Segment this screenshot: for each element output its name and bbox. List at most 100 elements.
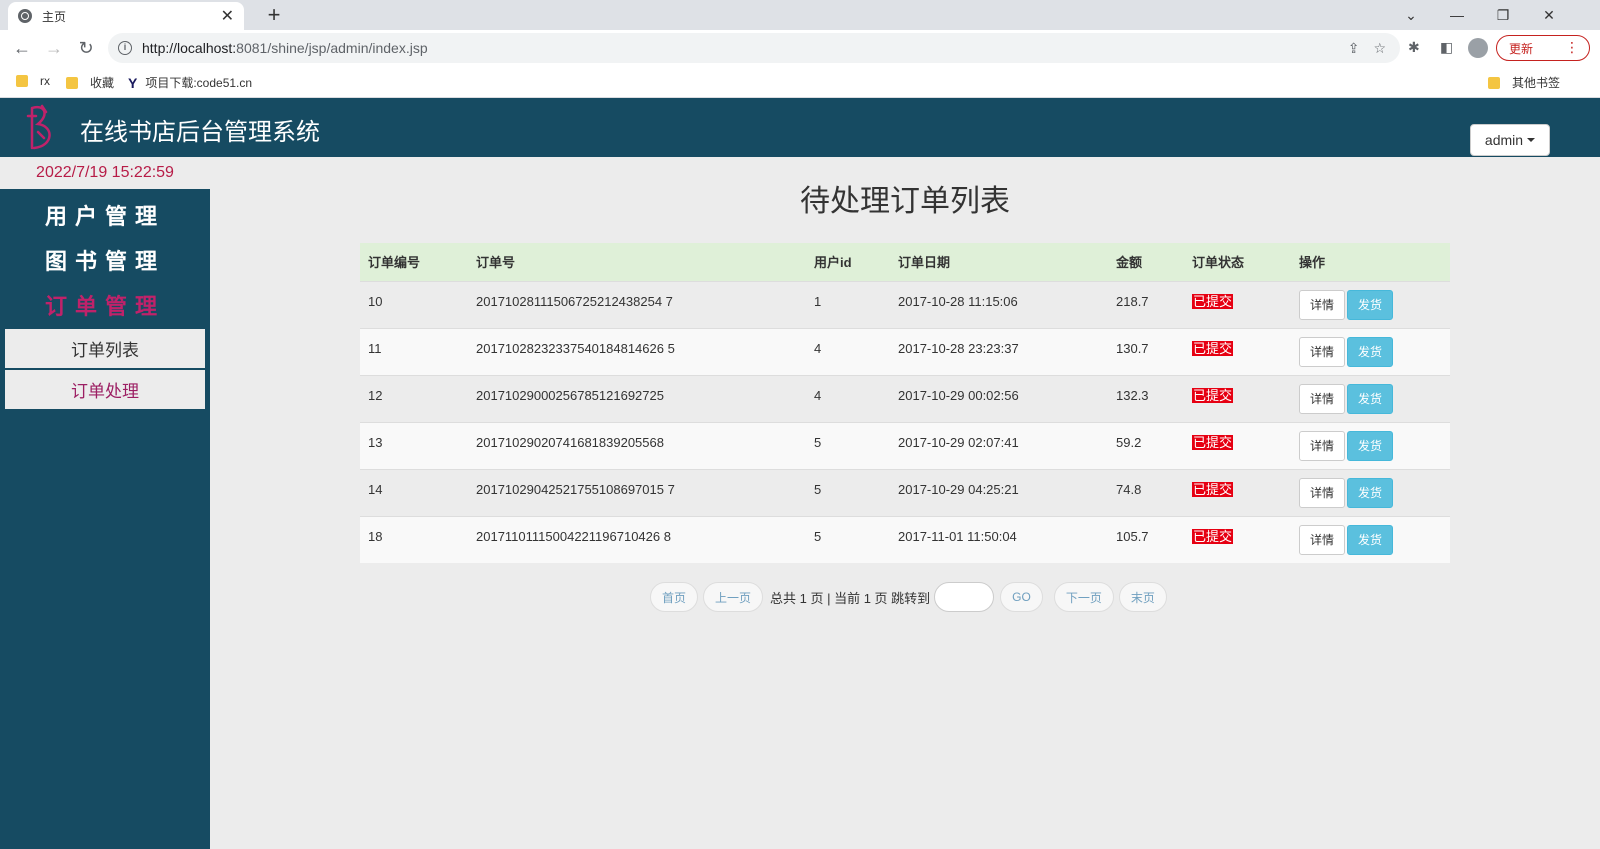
detail-button[interactable]: 详情 <box>1299 289 1346 320</box>
ship-button[interactable]: 发货 <box>1347 524 1394 555</box>
cell-order-date: 2017-10-28 11:15:06 <box>890 280 1108 328</box>
menu-order-management[interactable]: 订单管理 <box>0 289 210 321</box>
submenu-order-list[interactable]: 订单列表 <box>5 329 205 368</box>
url-path: 8081/shine/jsp/admin/index.jsp <box>236 40 428 56</box>
status-badge: 已提交 <box>1192 481 1234 497</box>
cell-actions: 详情 发货 <box>1291 374 1450 422</box>
bookmark-rx[interactable]: rx <box>16 74 50 88</box>
status-badge: 已提交 <box>1192 387 1234 403</box>
table-row: 10 20171028111506725212438254 7 1 2017-10-2… <box>360 280 1450 328</box>
cell-actions: 详情 发货 <box>1291 421 1450 469</box>
browser-tab-strip: 主页 ✕ + ⌄ — ❐ ✕ <box>0 0 1600 30</box>
cell-order-date: 2017-10-29 02:07:41 <box>890 421 1108 469</box>
cell-order-number: 20171101115004221196710426 8 <box>468 515 806 563</box>
detail-button[interactable]: 详情 <box>1299 477 1346 508</box>
cell-order-date: 2017-10-29 00:02:56 <box>890 374 1108 422</box>
detail-button[interactable]: 详情 <box>1299 524 1346 555</box>
jump-page-input[interactable] <box>934 582 995 612</box>
cell-order-number: 20171029000256785121692725 <box>468 374 806 422</box>
page-title: 待处理订单列表 <box>800 185 1010 218</box>
side-panel-icon[interactable]: ◧ <box>1440 39 1453 56</box>
cell-order-index: 12 <box>360 374 468 422</box>
cell-actions: 详情 发货 <box>1291 515 1450 563</box>
close-tab-icon[interactable]: ✕ <box>221 6 234 26</box>
restore-button[interactable]: ❐ <box>1480 0 1526 30</box>
back-icon[interactable]: ← <box>10 36 34 60</box>
bookmark-label: 收藏 <box>90 76 115 90</box>
ship-button[interactable]: 发货 <box>1347 430 1394 461</box>
col-order-index: 订单编号 <box>360 243 468 281</box>
cell-order-index: 18 <box>360 515 468 563</box>
current-datetime: 2022/7/19 15:22:59 <box>0 157 210 189</box>
forward-icon[interactable]: → <box>42 36 66 60</box>
address-bar[interactable]: i http://localhost:8081/shine/jsp/admin/… <box>108 33 1400 63</box>
cell-actions: 详情 发货 <box>1291 468 1450 516</box>
folder-icon <box>16 75 28 87</box>
cell-actions: 详情 发货 <box>1291 327 1450 375</box>
table-header-row: 订单编号 订单号 用户id 订单日期 金额 订单状态 操作 <box>360 243 1450 281</box>
prev-page-button[interactable]: 上一页 <box>703 582 764 612</box>
cell-amount: 59.2 <box>1108 421 1184 469</box>
menu-dots-icon[interactable]: ⋮ <box>1565 39 1579 56</box>
ship-button[interactable]: 发货 <box>1347 336 1394 367</box>
cell-user-id: 4 <box>806 327 890 375</box>
tab-search-icon[interactable]: ⌄ <box>1388 0 1434 30</box>
cell-user-id: 5 <box>806 515 890 563</box>
detail-button[interactable]: 详情 <box>1299 430 1346 461</box>
extensions-icon[interactable]: ✱ <box>1408 39 1420 56</box>
bookmark-label: 其他书签 <box>1512 76 1561 90</box>
cell-status: 已提交 <box>1184 374 1291 422</box>
cell-order-date: 2017-10-28 23:23:37 <box>890 327 1108 375</box>
share-icon[interactable]: ⇪ <box>1348 40 1360 57</box>
cell-actions: 详情 发货 <box>1291 280 1450 328</box>
minimize-button[interactable]: — <box>1434 0 1480 30</box>
cell-user-id: 5 <box>806 421 890 469</box>
col-actions: 操作 <box>1291 243 1450 281</box>
col-user-id: 用户id <box>806 243 890 281</box>
cell-status: 已提交 <box>1184 421 1291 469</box>
update-button[interactable]: 更新 ⋮ <box>1496 35 1590 61</box>
close-window-button[interactable]: ✕ <box>1526 0 1572 30</box>
browser-tab[interactable]: 主页 ✕ <box>8 2 244 30</box>
status-badge: 已提交 <box>1192 340 1234 356</box>
submenu-order-processing[interactable]: 订单处理 <box>5 370 205 409</box>
ship-button[interactable]: 发货 <box>1347 289 1394 320</box>
bookmarks-bar: rx 收藏 Y 项目下载:code51.cn 其他书签 <box>0 66 1600 98</box>
status-badge: 已提交 <box>1192 528 1234 544</box>
menu-user-management[interactable]: 用户管理 <box>0 199 210 231</box>
new-tab-button[interactable]: + <box>262 2 286 28</box>
bookmark-favorites[interactable]: 收藏 <box>66 74 114 91</box>
ship-button[interactable]: 发货 <box>1347 477 1394 508</box>
go-button[interactable]: GO <box>1000 582 1043 612</box>
first-page-button[interactable]: 首页 <box>650 582 699 612</box>
col-amount: 金额 <box>1108 243 1184 281</box>
cell-amount: 132.3 <box>1108 374 1184 422</box>
ship-button[interactable]: 发货 <box>1347 383 1394 414</box>
site-info-icon[interactable]: i <box>118 41 132 55</box>
detail-button[interactable]: 详情 <box>1299 383 1346 414</box>
cell-order-date: 2017-11-01 11:50:04 <box>890 515 1108 563</box>
bookmark-code51[interactable]: Y 项目下载:code51.cn <box>128 74 252 91</box>
bookmark-label: rx <box>40 74 50 88</box>
admin-user-menu[interactable]: admin <box>1470 124 1550 156</box>
app-title: 在线书店后台管理系统 <box>80 119 320 146</box>
next-page-button[interactable]: 下一页 <box>1053 582 1114 612</box>
cell-order-number: 20171028232337540184814626 5 <box>468 327 806 375</box>
other-bookmarks[interactable]: 其他书签 <box>1488 74 1560 91</box>
y-logo-icon: Y <box>128 74 138 91</box>
reload-icon[interactable]: ↻ <box>74 36 98 60</box>
bookmark-star-icon[interactable]: ☆ <box>1373 40 1386 57</box>
cell-status: 已提交 <box>1184 515 1291 563</box>
cell-order-number: 20171029042521755108697015 7 <box>468 468 806 516</box>
browser-toolbar: ← → ↻ i http://localhost:8081/shine/jsp/… <box>0 30 1600 66</box>
cell-amount: 218.7 <box>1108 280 1184 328</box>
cell-order-index: 13 <box>360 421 468 469</box>
cell-user-id: 1 <box>806 280 890 328</box>
table-row: 11 20171028232337540184814626 5 4 2017-10-2… <box>360 327 1450 375</box>
menu-book-management[interactable]: 图书管理 <box>0 244 210 276</box>
cell-order-index: 14 <box>360 468 468 516</box>
profile-avatar[interactable] <box>1468 38 1488 58</box>
orders-table: 订单编号 订单号 用户id 订单日期 金额 订单状态 操作 10 20171028… <box>360 243 1450 563</box>
last-page-button[interactable]: 末页 <box>1118 582 1167 612</box>
detail-button[interactable]: 详情 <box>1299 336 1346 367</box>
